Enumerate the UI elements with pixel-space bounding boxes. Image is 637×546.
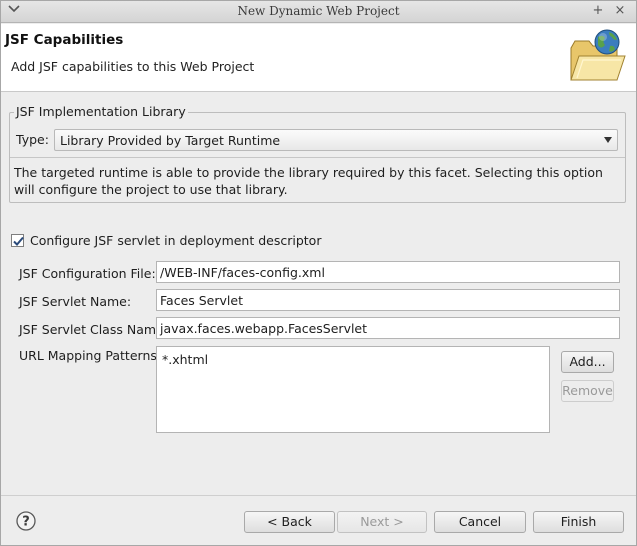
servlet-name-label: JSF Servlet Name: <box>19 294 132 309</box>
close-icon[interactable]: × <box>612 3 628 19</box>
url-patterns-label: URL Mapping Patterns: <box>19 348 162 363</box>
group-legend: JSF Implementation Library <box>14 104 188 119</box>
cancel-button[interactable]: Cancel <box>434 511 526 533</box>
configure-servlet-label: Configure JSF servlet in deployment desc… <box>30 233 322 248</box>
servlet-class-input[interactable]: javax.faces.webapp.FacesServlet <box>156 317 620 339</box>
library-info-text: The targeted runtime is able to provide … <box>14 165 603 197</box>
title-bar: New Dynamic Web Project + × <box>1 1 636 23</box>
group-divider <box>10 157 625 158</box>
servlet-class-label: JSF Servlet Class Name: <box>19 322 168 337</box>
page-heading: JSF Capabilities <box>5 32 124 48</box>
window-title: New Dynamic Web Project <box>237 4 400 18</box>
configure-servlet-checkbox[interactable] <box>11 234 24 247</box>
header-banner: JSF Capabilities Add JSF capabilities to… <box>1 24 636 92</box>
page-description: Add JSF capabilities to this Web Project <box>11 59 255 74</box>
config-file-label: JSF Configuration File: <box>19 266 156 281</box>
svg-text:?: ? <box>22 515 30 530</box>
remove-button[interactable]: Remove <box>561 380 614 402</box>
implementation-library-group: JSF Implementation Library Type: Library… <box>9 104 626 203</box>
next-button[interactable]: Next > <box>337 511 427 533</box>
finish-button[interactable]: Finish <box>533 511 624 533</box>
folder-globe-icon <box>567 28 627 86</box>
config-file-input[interactable]: /WEB-INF/faces-config.xml <box>156 261 620 283</box>
checkmark-icon <box>13 236 24 246</box>
chevron-down-icon <box>604 137 612 143</box>
maximize-icon[interactable]: + <box>590 3 606 19</box>
help-icon[interactable]: ? <box>16 511 36 531</box>
footer-divider <box>1 495 636 496</box>
type-select-value: Library Provided by Target Runtime <box>60 133 281 148</box>
dialog-window: New Dynamic Web Project + × JSF Capabili… <box>0 0 637 546</box>
type-label: Type: <box>16 132 49 147</box>
servlet-name-input[interactable]: Faces Servlet <box>156 289 620 311</box>
url-patterns-list[interactable]: *.xhtml <box>156 346 550 433</box>
list-item[interactable]: *.xhtml <box>162 352 208 367</box>
back-button[interactable]: < Back <box>244 511 335 533</box>
add-button[interactable]: Add... <box>561 351 614 373</box>
type-select[interactable]: Library Provided by Target Runtime <box>54 129 618 151</box>
